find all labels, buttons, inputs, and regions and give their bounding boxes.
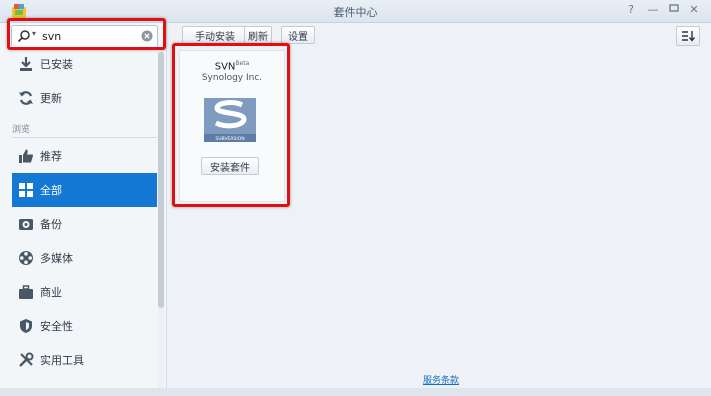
- sidebar-item-multimedia[interactable]: 多媒体: [12, 241, 157, 275]
- sidebar-item-installed[interactable]: 已安装: [12, 47, 157, 81]
- sidebar-item-label: 商业: [40, 286, 62, 299]
- help-icon[interactable]: ?: [624, 3, 638, 17]
- sidebar-item-label: 安全性: [40, 320, 73, 333]
- sidebar-item-security[interactable]: 安全性: [12, 309, 157, 343]
- manual-install-button[interactable]: 手动安装: [182, 26, 248, 44]
- briefcase-icon: [18, 284, 34, 300]
- title-bar: 套件中心 ? — ✕: [0, 0, 711, 23]
- chevron-down-icon[interactable]: ▾: [32, 29, 36, 38]
- sidebar-scrollbar-thumb[interactable]: [158, 52, 164, 308]
- package-vendor: Synology Inc.: [201, 73, 263, 83]
- search-box[interactable]: ▾: [11, 25, 158, 49]
- search-input[interactable]: [42, 28, 142, 44]
- settings-button[interactable]: 设置: [281, 26, 315, 44]
- logo-text: SUBVERSION: [215, 136, 244, 142]
- sidebar-item-label: 全部: [40, 184, 62, 197]
- sidebar-item-recommended[interactable]: 推荐: [12, 139, 157, 173]
- sidebar-item-label: 多媒体: [40, 252, 73, 265]
- sidebar-item-label: 已安装: [40, 58, 73, 71]
- close-icon[interactable]: ✕: [687, 3, 701, 17]
- beta-badge: Beta: [235, 60, 250, 67]
- section-label-browse: 浏览: [12, 125, 31, 135]
- thumbs-up-icon: [18, 148, 34, 164]
- sidebar: ▾ 已安装 更新 浏览 推荐: [0, 23, 167, 396]
- sidebar-item-label: 实用工具: [40, 354, 84, 367]
- bottom-edge: [0, 388, 711, 396]
- refresh-icon: [18, 90, 34, 106]
- sidebar-divider: [12, 137, 157, 138]
- grid-icon: [18, 182, 34, 198]
- search-icon[interactable]: [17, 29, 31, 43]
- package-center-window: 套件中心 ? — ✕ ▾ 已安装: [0, 0, 711, 396]
- sort-button[interactable]: [676, 26, 700, 46]
- download-icon: [18, 56, 34, 72]
- clear-search-icon[interactable]: [141, 30, 153, 42]
- sidebar-item-updates[interactable]: 更新: [12, 81, 157, 115]
- package-name-text: SVN: [214, 61, 236, 73]
- film-reel-icon: [18, 250, 34, 266]
- shield-icon: [18, 318, 34, 334]
- sort-icon: [682, 31, 695, 42]
- sidebar-item-label: 更新: [40, 92, 62, 105]
- sidebar-item-business[interactable]: 商业: [12, 275, 157, 309]
- terms-of-service-link[interactable]: 服务条款: [423, 373, 459, 386]
- backup-icon: [18, 216, 34, 232]
- install-package-button[interactable]: 安装套件: [201, 157, 259, 175]
- sidebar-item-all[interactable]: 全部: [12, 173, 157, 207]
- sidebar-item-label: 推荐: [40, 150, 62, 163]
- sidebar-item-backup[interactable]: 备份: [12, 207, 157, 241]
- package-card[interactable]: SVNBeta Synology Inc. SUBVERSION 安装套件: [179, 50, 285, 202]
- minimize-icon[interactable]: —: [646, 3, 660, 17]
- sidebar-item-label: 备份: [40, 218, 62, 231]
- refresh-button[interactable]: 刷新: [244, 26, 272, 44]
- window-title: 套件中心: [333, 6, 378, 19]
- package-name: SVNBeta: [180, 60, 284, 72]
- tools-icon: [18, 352, 34, 368]
- maximize-icon[interactable]: [667, 3, 681, 17]
- sidebar-item-utilities[interactable]: 实用工具: [12, 343, 157, 377]
- subversion-logo: SUBVERSION: [204, 98, 256, 142]
